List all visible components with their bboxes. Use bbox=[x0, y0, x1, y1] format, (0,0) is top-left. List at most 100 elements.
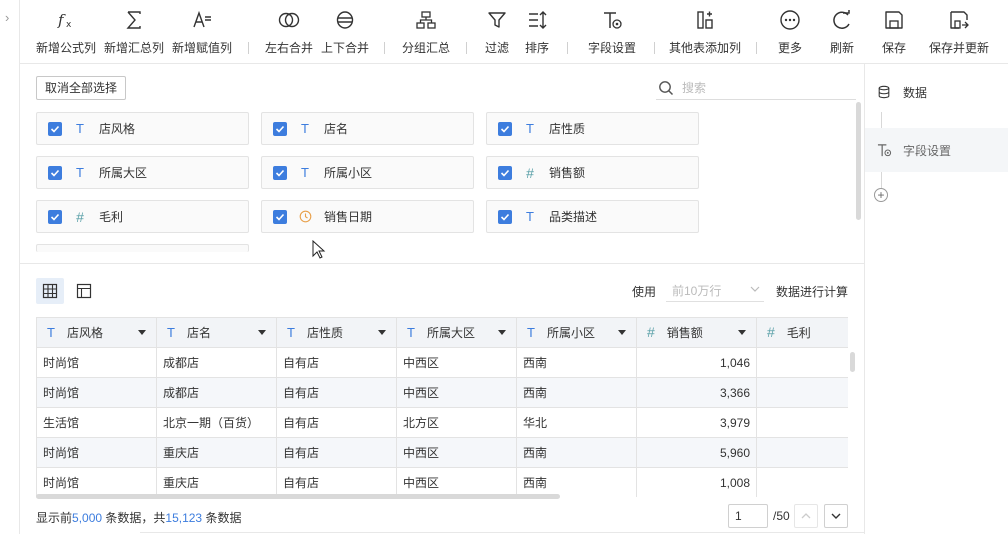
table-cell: 重庆店 bbox=[156, 437, 277, 468]
field-name: 店性质 bbox=[549, 122, 586, 136]
sort-caret-icon[interactable] bbox=[258, 330, 266, 335]
table-row[interactable]: 时尚馆 成都店 自有店 中西区 西南 1,046 bbox=[36, 347, 848, 378]
field-selection-panel: 取消全部选择 T 店风格 T 店名 T 店性质 T 所属大区 T 所属小区 # 销售额 # 毛利 销售日期 T… bbox=[20, 64, 864, 264]
table-cell: 生活馆 bbox=[36, 407, 157, 438]
column-header[interactable]: T 所属小区 bbox=[516, 317, 637, 348]
table-row[interactable]: 生活馆 北京一期（百货） 自有店 北方区 华北 3,979 bbox=[36, 407, 848, 438]
field-checkbox[interactable] bbox=[48, 121, 62, 136]
column-header[interactable]: T 店名 bbox=[156, 317, 277, 348]
number-type-icon: # bbox=[767, 324, 775, 340]
field-checkbox[interactable] bbox=[498, 165, 512, 180]
field-card[interactable]: T 店风格 bbox=[36, 112, 249, 145]
row-limit-select[interactable]: 前10万行 bbox=[666, 280, 764, 302]
toolbar-label: 新增公式列 bbox=[36, 41, 97, 55]
add-column-from-other-table-button[interactable]: 其他表添加列 bbox=[666, 6, 744, 60]
field-card[interactable]: T 所属大区 bbox=[36, 156, 249, 189]
add-summary-column-button[interactable]: 新增汇总列 bbox=[104, 6, 164, 60]
field-checkbox[interactable] bbox=[273, 121, 287, 136]
plus-circle-icon[interactable]: + bbox=[874, 188, 888, 202]
table-row[interactable]: 时尚馆 成都店 自有店 中西区 西南 3,366 bbox=[36, 377, 848, 408]
column-header[interactable]: T 店风格 bbox=[36, 317, 157, 348]
field-name: 销售额 bbox=[549, 166, 586, 180]
field-checkbox[interactable] bbox=[48, 165, 62, 180]
field-card[interactable]: T 所属小区 bbox=[261, 156, 474, 189]
cancel-all-selection-button[interactable]: 取消全部选择 bbox=[36, 76, 127, 100]
sort-caret-icon[interactable] bbox=[378, 330, 386, 335]
filter-icon bbox=[486, 6, 508, 34]
toolbar-label: 字段设置 bbox=[587, 41, 636, 55]
field-checkbox[interactable] bbox=[48, 209, 62, 224]
filter-button[interactable]: 过滤 bbox=[482, 6, 512, 60]
footer-middle: 条数据，共 bbox=[105, 511, 166, 525]
field-name: 所属小区 bbox=[324, 166, 373, 180]
text-type-icon: T bbox=[76, 165, 84, 180]
merge-vertical-button[interactable]: 上下合并 bbox=[320, 6, 370, 60]
sort-caret-icon[interactable] bbox=[498, 330, 506, 335]
field-card[interactable]: T 店性质 bbox=[486, 112, 699, 145]
toolbar-label: 其他表添加列 bbox=[668, 41, 741, 55]
sort-caret-icon[interactable] bbox=[738, 330, 746, 335]
field-checkbox[interactable] bbox=[273, 209, 287, 224]
add-formula-column-button[interactable]: fx 新增公式列 bbox=[36, 6, 96, 60]
field-checkbox[interactable] bbox=[498, 121, 512, 136]
field-card[interactable]: # 销售额 bbox=[486, 156, 699, 189]
previous-page-button[interactable] bbox=[794, 504, 818, 528]
svg-text:x: x bbox=[66, 20, 72, 30]
next-page-button[interactable] bbox=[824, 504, 848, 528]
field-settings-icon bbox=[601, 6, 623, 34]
column-header-label: 所属大区 bbox=[426, 326, 475, 340]
search-input[interactable] bbox=[682, 80, 842, 95]
text-type-icon: T bbox=[526, 121, 534, 136]
table-cell: 自有店 bbox=[276, 437, 397, 468]
more-button[interactable]: 更多 bbox=[774, 6, 806, 60]
field-area-scrollbar[interactable] bbox=[856, 102, 861, 220]
check-icon bbox=[275, 125, 285, 133]
toolbar-divider bbox=[567, 42, 568, 54]
horizontal-scrollbar[interactable] bbox=[36, 494, 560, 499]
column-header[interactable]: # 销售额 bbox=[636, 317, 757, 348]
column-header-label: 店风格 bbox=[66, 326, 103, 340]
number-type-icon: # bbox=[647, 324, 655, 340]
save-and-update-button[interactable]: 保存并更新 bbox=[926, 6, 992, 60]
merge-horizontal-button[interactable]: 左右合并 bbox=[264, 6, 314, 60]
table-cell bbox=[756, 437, 848, 468]
add-assign-column-button[interactable]: 新增赋值列 bbox=[172, 6, 232, 60]
step-field-settings[interactable]: 字段设置 bbox=[865, 128, 1008, 172]
column-header[interactable]: T 所属大区 bbox=[396, 317, 517, 348]
data-preview-grid: T 店风格 T 店名 T 店性质 T 所属大区 T 所属小区 # 销售额 # 毛利 时尚馆 成都店 自有店 中西… bbox=[36, 317, 848, 497]
formula-icon: fx bbox=[55, 6, 77, 34]
table-row[interactable]: 时尚馆 重庆店 自有店 中西区 西南 5,960 bbox=[36, 437, 848, 468]
column-header[interactable]: T 店性质 bbox=[276, 317, 397, 348]
field-card[interactable]: # 毛利 bbox=[36, 200, 249, 233]
footer-suffix: 条数据 bbox=[205, 511, 242, 525]
page-number-input[interactable] bbox=[728, 504, 768, 528]
number-type-icon: # bbox=[76, 208, 84, 225]
field-card[interactable]: T 品类描述 bbox=[486, 200, 699, 233]
table-cell: 自有店 bbox=[276, 347, 397, 378]
text-type-icon: T bbox=[301, 165, 309, 180]
save-button[interactable]: 保存 bbox=[878, 6, 910, 60]
table-row[interactable]: 时尚馆 重庆店 自有店 中西区 西南 1,008 bbox=[36, 467, 848, 497]
chevron-right-icon[interactable]: › bbox=[5, 10, 9, 25]
refresh-button[interactable]: 刷新 bbox=[826, 6, 858, 60]
vertical-scrollbar[interactable] bbox=[850, 352, 855, 372]
step-data[interactable]: 数据 bbox=[865, 70, 1008, 114]
field-checkbox[interactable] bbox=[498, 209, 512, 224]
group-summary-button[interactable]: 分组汇总 bbox=[400, 6, 452, 60]
number-type-icon: # bbox=[526, 164, 534, 181]
column-header[interactable]: # 毛利 bbox=[756, 317, 848, 348]
field-settings-button[interactable]: 字段设置 bbox=[582, 6, 642, 60]
table-cell: 时尚馆 bbox=[36, 377, 157, 408]
text-type-icon: T bbox=[47, 325, 55, 340]
grid-view-toggle[interactable] bbox=[36, 278, 64, 304]
layout-view-toggle[interactable] bbox=[70, 278, 98, 304]
field-checkbox[interactable] bbox=[273, 165, 287, 180]
sort-button[interactable]: 排序 bbox=[522, 6, 552, 60]
field-card[interactable]: 销售日期 bbox=[261, 200, 474, 233]
sort-caret-icon[interactable] bbox=[618, 330, 626, 335]
table-cell: 西南 bbox=[516, 377, 637, 408]
left-collapse-gutter[interactable]: › bbox=[0, 0, 20, 534]
sort-caret-icon[interactable] bbox=[138, 330, 146, 335]
field-card[interactable]: T 店名 bbox=[261, 112, 474, 145]
table-cell: 5,960 bbox=[636, 437, 757, 468]
